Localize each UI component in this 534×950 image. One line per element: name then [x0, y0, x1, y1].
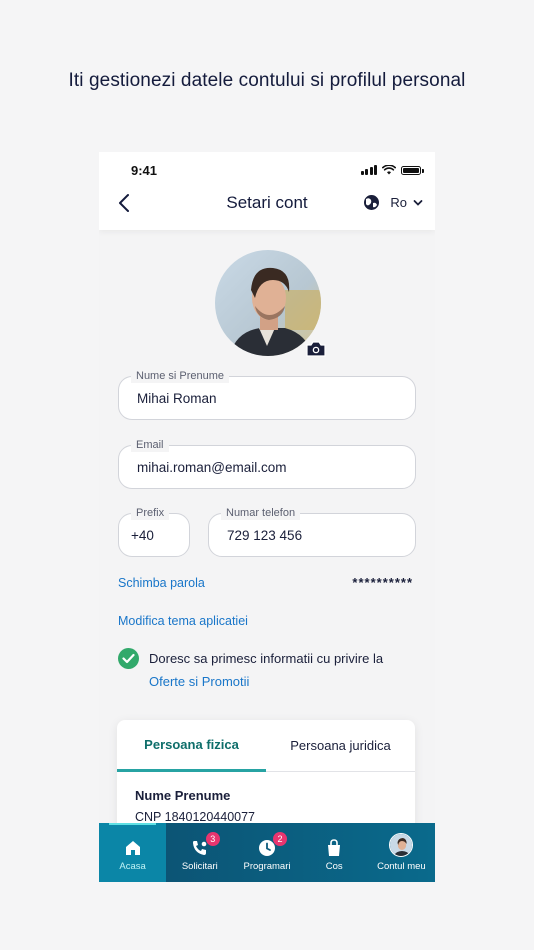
- chevron-down-icon: [413, 199, 423, 206]
- nav-item-solicitari[interactable]: 3 Solicitari: [166, 823, 233, 882]
- prefix-field-label: Prefix: [131, 506, 170, 520]
- phone-field-value: 729 123 456: [227, 528, 303, 543]
- nav-label-cos: Cos: [325, 861, 343, 872]
- home-icon: [125, 841, 140, 855]
- language-selector[interactable]: Ro: [363, 194, 423, 211]
- email-field-label: Email: [131, 438, 169, 452]
- password-mask: **********: [352, 575, 413, 590]
- nav-label-contul-meu: Contul meu: [377, 861, 426, 872]
- profile-photo[interactable]: [215, 250, 326, 357]
- bottom-nav: Acasa 3 Solicitari 2 Programari Cos Cont…: [99, 823, 435, 882]
- bag-icon: [328, 839, 341, 856]
- nav-label-acasa: Acasa: [119, 861, 146, 872]
- nav-item-programari[interactable]: 2 Programari: [233, 823, 300, 882]
- email-field[interactable]: Email mihai.roman@email.com: [118, 438, 416, 489]
- nav-item-acasa[interactable]: Acasa: [99, 823, 167, 882]
- prefix-field-value: +40: [131, 528, 154, 543]
- card-cnp: CNP 1840120440077: [135, 810, 256, 824]
- status-time: 9:41: [131, 163, 158, 178]
- change-password-link[interactable]: Schimba parola: [118, 576, 205, 590]
- nav-label-solicitari: Solicitari: [181, 861, 218, 872]
- programari-badge: 2: [273, 832, 287, 846]
- nav-item-cos[interactable]: Cos: [301, 823, 368, 882]
- page-headline: Iti gestionezi datele contului si profil…: [68, 70, 466, 91]
- camera-icon[interactable]: [305, 340, 327, 358]
- offers-link[interactable]: Oferte si Promotii: [149, 674, 249, 689]
- nav-item-contul-meu[interactable]: Contul meu: [368, 823, 435, 882]
- nav-label-programari: Programari: [243, 861, 291, 872]
- battery-icon: [401, 165, 424, 175]
- theme-link[interactable]: Modifica tema aplicatiei: [118, 614, 248, 628]
- avatar: [389, 833, 414, 857]
- top-bar: 9:41 Setari cont Ro: [99, 152, 435, 230]
- phone-field[interactable]: Numar telefon 729 123 456: [208, 506, 416, 557]
- name-field[interactable]: Nume si Prenume Mihai Roman: [118, 369, 416, 420]
- consent-text: Doresc sa primesc informatii cu privire …: [149, 651, 384, 666]
- name-field-value: Mihai Roman: [137, 391, 217, 406]
- consent-checkbox[interactable]: [118, 648, 139, 669]
- email-field-value: mihai.roman@email.com: [137, 460, 287, 475]
- phone-screen: 9:41 Setari cont Ro Nume si Prenume Miha…: [99, 152, 435, 882]
- name-field-label: Nume si Prenume: [131, 369, 230, 383]
- tab-persoana-fizica[interactable]: Persoana fizica: [117, 720, 266, 772]
- status-icons: [360, 165, 424, 175]
- solicitari-badge: 3: [205, 832, 220, 846]
- signal-icon: [360, 165, 377, 175]
- language-label: Ro: [390, 195, 407, 210]
- prefix-field[interactable]: Prefix +40: [118, 506, 190, 557]
- tab-persoana-juridica[interactable]: Persoana juridica: [266, 720, 415, 772]
- wifi-icon: [382, 165, 396, 175]
- phone-field-label: Numar telefon: [221, 506, 301, 520]
- card-name: Nume Prenume: [135, 788, 231, 803]
- globe-icon: [364, 195, 380, 210]
- check-icon: [122, 653, 135, 664]
- back-button[interactable]: [115, 192, 135, 214]
